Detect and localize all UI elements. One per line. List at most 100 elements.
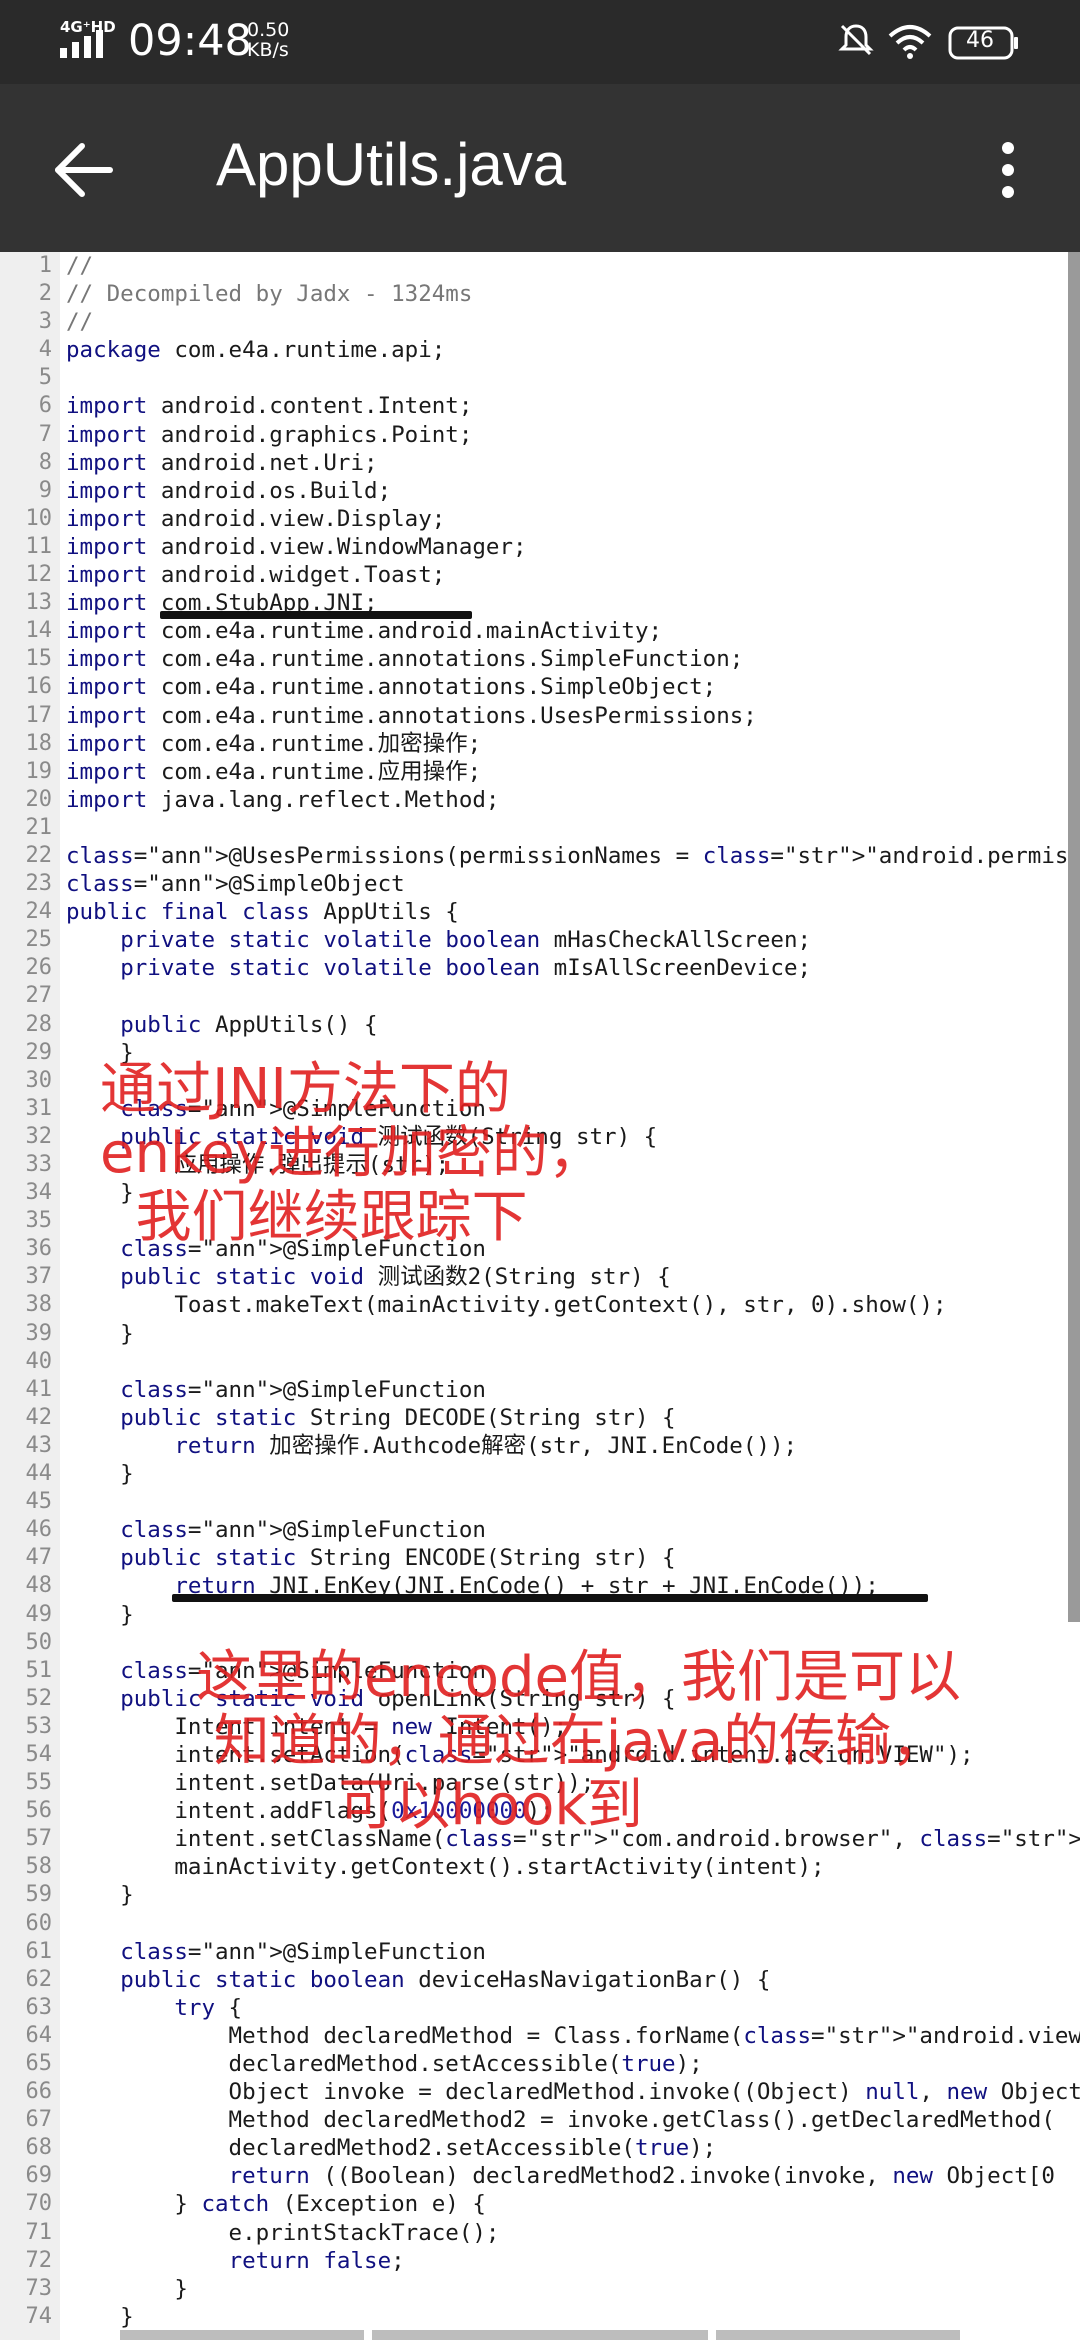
line-number: 64 — [25, 2022, 53, 2048]
line-number: 21 — [25, 814, 53, 840]
line-number: 55 — [25, 1770, 53, 1796]
line-number: 34 — [25, 1180, 53, 1206]
battery-level: 46 — [966, 28, 994, 53]
line-number: 73 — [25, 2275, 53, 2301]
horizontal-scrollbar-segment[interactable] — [372, 2330, 708, 2340]
line-number: 43 — [25, 1432, 53, 1458]
line-number: 66 — [25, 2079, 53, 2105]
code-line: 67 Method declaredMethod2 = invoke.getCl… — [0, 2106, 1080, 2134]
line-number: 18 — [25, 730, 53, 756]
code-viewer[interactable]: 1 // 2 // Decompiled by Jadx - 1324ms 3 // 4 pa… — [0, 252, 1080, 2340]
code-line-text: Method declaredMethod2 = invoke.getClass… — [66, 2107, 1055, 2134]
code-line-text: return false; — [228, 2247, 405, 2274]
code-line: 25 private static volatile boolean mHasC… — [0, 926, 1080, 954]
code-line-text: mainActivity.getContext().startActivity(… — [66, 1854, 825, 1881]
wifi-icon — [888, 25, 932, 59]
line-number: 4 — [38, 337, 52, 363]
code-line: 27 — [0, 982, 1080, 1010]
code-line: 3 // — [0, 308, 1080, 336]
line-number: 35 — [25, 1208, 53, 1234]
app-bar: AppUtils.java — [0, 84, 1080, 252]
line-number: 39 — [25, 1320, 53, 1346]
code-line: 2 // Decompiled by Jadx - 1324ms — [0, 280, 1080, 308]
code-line: 62 public static boolean deviceHasNaviga… — [0, 1966, 1080, 1994]
code-line-text: import com.e4a.runtime.android.mainActiv… — [66, 618, 663, 645]
line-number: 42 — [25, 1404, 53, 1430]
code-line-text: private static volatile boolean mHasChec… — [120, 927, 812, 954]
line-number: 28 — [25, 1011, 53, 1037]
code-line-text: try { — [174, 1994, 243, 2021]
line-number: 3 — [38, 309, 52, 335]
line-number: 31 — [25, 1095, 53, 1121]
back-arrow-icon[interactable] — [52, 140, 116, 200]
code-line: 23 class="ann">@SimpleObject — [0, 870, 1080, 898]
code-line-text: import android.view.Display; — [66, 505, 446, 532]
line-number: 49 — [25, 1601, 53, 1627]
code-line-text: import com.e4a.runtime.annotations.Simpl… — [66, 674, 717, 701]
line-number: 62 — [25, 1966, 53, 1992]
horizontal-scrollbar-segment[interactable] — [716, 2330, 960, 2340]
horizontal-scrollbar-segment[interactable] — [120, 2330, 364, 2340]
code-line-text: // — [66, 253, 94, 279]
code-line: 15 import com.e4a.runtime.annotations.Sim… — [0, 645, 1080, 673]
code-line: 64 Method declaredMethod = Class.forName… — [0, 2022, 1080, 2050]
code-line-text: } — [66, 1320, 134, 1347]
line-number: 12 — [25, 562, 53, 588]
code-line: 24 public final class AppUtils { — [0, 898, 1080, 926]
code-line: 10 import android.view.Display; — [0, 505, 1080, 533]
code-line: 74 } — [0, 2303, 1080, 2331]
line-number: 25 — [25, 927, 53, 953]
code-line: 41 class="ann">@SimpleFunction — [0, 1376, 1080, 1404]
code-line-text: public static String ENCODE(String str) … — [120, 1545, 676, 1572]
line-number: 74 — [25, 2303, 53, 2329]
code-line-text: import android.net.Uri; — [66, 449, 378, 476]
line-number: 68 — [25, 2135, 53, 2161]
code-line-text: } — [66, 2303, 134, 2330]
code-line: 6 import android.content.Intent; — [0, 392, 1080, 420]
code-line: 7 import android.graphics.Point; — [0, 421, 1080, 449]
line-number: 47 — [25, 1545, 53, 1571]
line-number: 48 — [25, 1573, 53, 1599]
clock: 09:48 — [128, 16, 252, 66]
line-number: 19 — [25, 758, 53, 784]
vertical-scrollbar[interactable] — [1068, 252, 1080, 1622]
code-line: 65 declaredMethod.setAccessible(true); — [0, 2050, 1080, 2078]
more-vert-icon[interactable] — [996, 140, 1020, 200]
line-number: 10 — [25, 505, 53, 531]
code-line: 1 // — [0, 252, 1080, 280]
code-line: 58 mainActivity.getContext().startActivi… — [0, 1853, 1080, 1881]
code-line: 4 package com.e4a.runtime.api; — [0, 336, 1080, 364]
code-line: 73 } — [0, 2275, 1080, 2303]
mute-icon — [838, 24, 874, 56]
code-line-text: import com.e4a.runtime.应用操作; — [66, 758, 482, 785]
network-speed-value: 0.50 — [247, 19, 290, 41]
code-line: 59 } — [0, 1881, 1080, 1909]
line-number: 65 — [25, 2051, 53, 2076]
code-line-text: public static boolean deviceHasNavigatio… — [120, 1966, 771, 1993]
line-number: 17 — [25, 702, 53, 728]
code-line-text: import java.lang.reflect.Method; — [66, 786, 500, 813]
code-line: 40 — [0, 1348, 1080, 1376]
code-line-text: } — [66, 1882, 134, 1909]
line-number: 15 — [25, 646, 53, 672]
code-line-text: e.printStackTrace(); — [66, 2219, 500, 2246]
code-line-text: import android.widget.Toast; — [66, 562, 446, 589]
code-line: 61 class="ann">@SimpleFunction — [0, 1938, 1080, 1966]
line-number: 41 — [25, 1376, 53, 1402]
code-line-text: declaredMethod.setAccessible(true); — [66, 2051, 703, 2077]
code-line: 14 import com.e4a.runtime.android.mainAct… — [0, 617, 1080, 645]
annotation-note-jni: 通过JNI方法下的 enkey进行加密的， 我们继续跟踪下 — [100, 1057, 604, 1250]
line-number: 13 — [25, 590, 53, 616]
code-line-text: // — [66, 309, 94, 336]
line-number: 54 — [25, 1741, 53, 1767]
line-number: 1 — [38, 253, 52, 278]
code-line-text: public final class AppUtils { — [66, 899, 459, 926]
code-line-text: import com.e4a.runtime.加密操作; — [66, 730, 482, 757]
code-line: 38 Toast.makeText(mainActivity.getContex… — [0, 1291, 1080, 1319]
code-line: 22 class="ann">@UsesPermissions(permissio… — [0, 842, 1080, 870]
line-number: 37 — [25, 1264, 53, 1290]
line-number: 6 — [38, 393, 52, 419]
code-line: 43 return 加密操作.Authcode解密(str, JNI.EnCod… — [0, 1432, 1080, 1460]
underline-mark — [172, 1594, 928, 1602]
code-line-text: public static String DECODE(String str) … — [120, 1404, 676, 1431]
